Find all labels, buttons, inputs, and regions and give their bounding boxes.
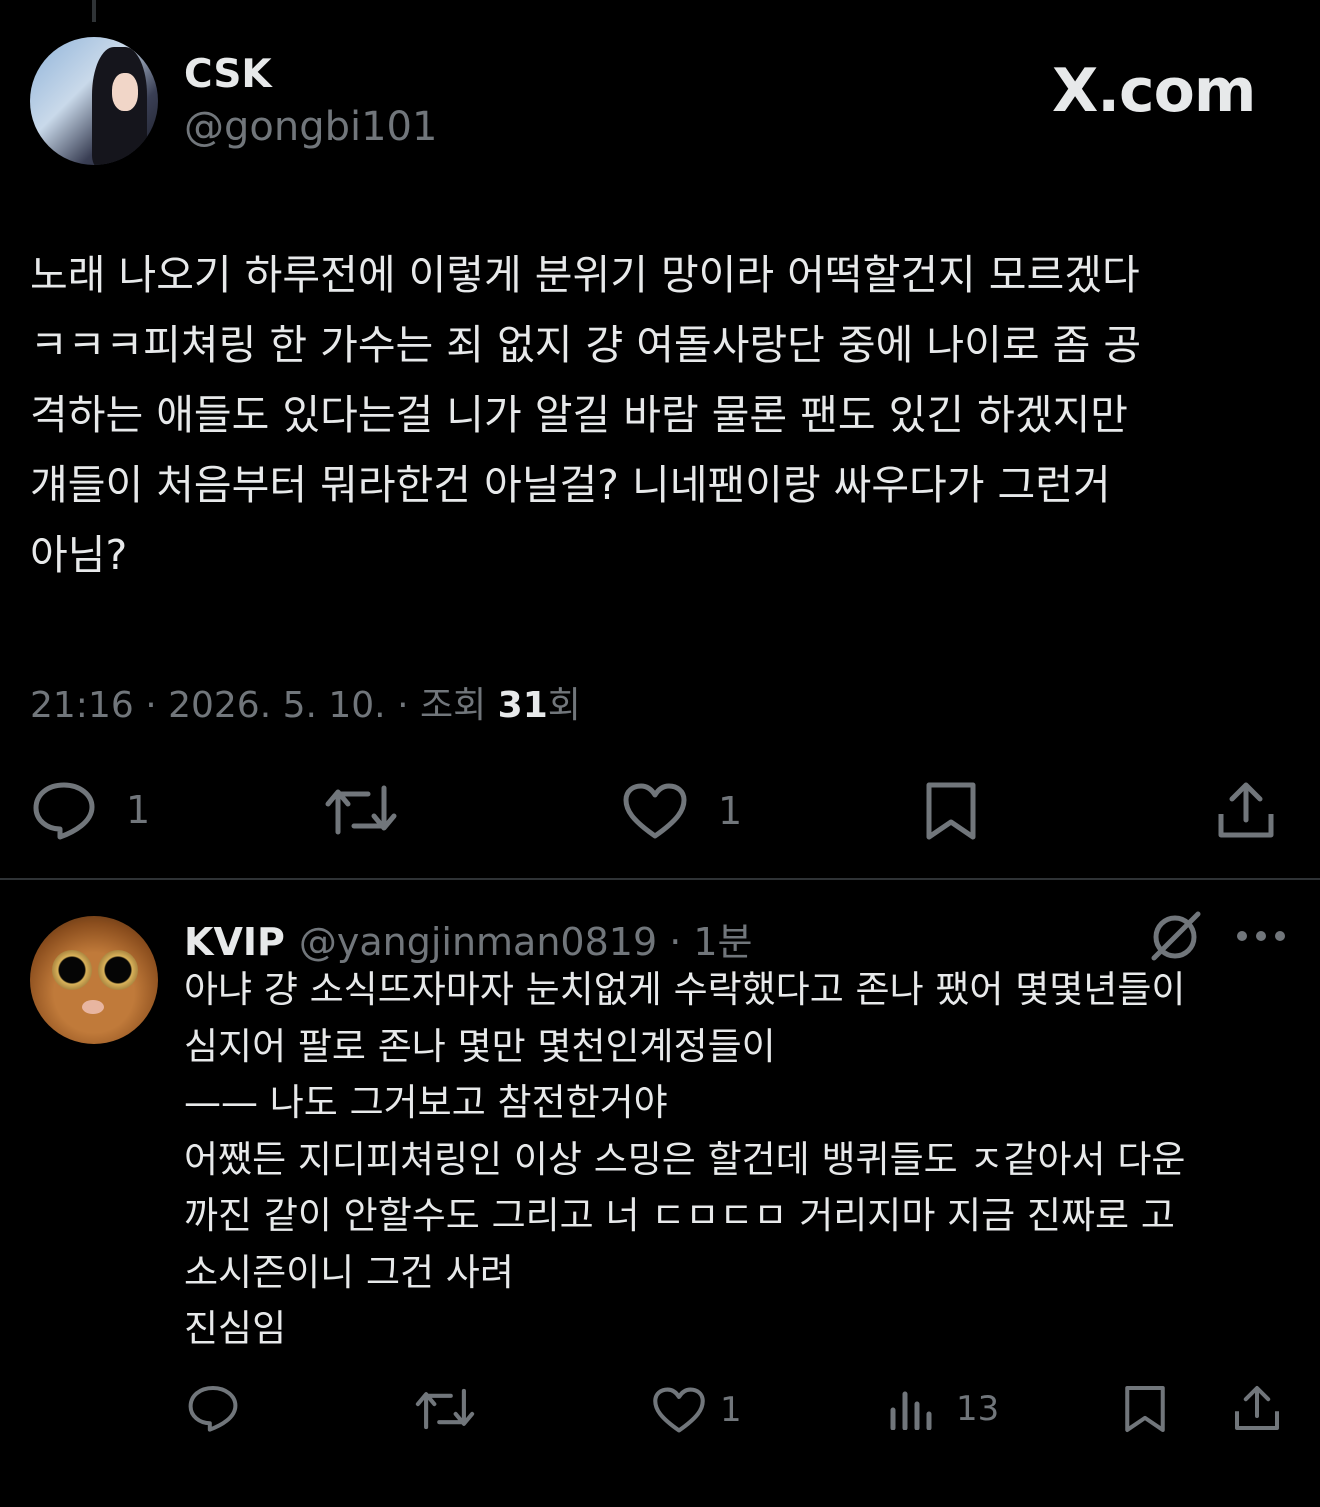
tweet-text-line: 격하는 애들도 있다는걸 니가 알길 바람 물론 팬도 있긴 하겠지만 [30,391,1129,439]
tweet-text-line: 걔들이 처음부터 뭐라한건 아닐걸? 니네팬이랑 싸우다가 그런거 [30,461,1111,509]
more-icon [1237,931,1285,941]
heart-icon [653,1387,705,1433]
reply-repost-button[interactable] [414,1386,476,1432]
bookmark-button[interactable] [924,780,978,842]
reply-share-button[interactable] [1232,1384,1282,1432]
share-icon [1218,782,1274,838]
tweet-text: 노래 나오기 하루전에 이렇게 분위기 망이라 어떡할건지 모르겠다 ㅋㅋㅋ피쳐… [30,240,1292,590]
reply-text-line: 소시즌이니 그건 사려 [184,1250,514,1294]
x-logo-watermark: X.com [1052,56,1256,126]
repost-icon [415,1388,475,1430]
timestamp-text: 21:16 · 2026. 5. 10. · 조회 [30,685,498,726]
share-icon [1235,1386,1279,1430]
reply-count: 1 [126,788,151,832]
reply-like-count: 1 [720,1390,742,1430]
grok-button[interactable] [1148,908,1204,968]
bookmark-icon [926,782,976,840]
reply-text-line: 어쨌든 지디피쳐링인 이상 스밍은 할건데 뱅퀴들도 ㅈ같아서 다운 [184,1137,1186,1181]
reply-views-button[interactable]: 13 [888,1388,999,1430]
reply-avatar[interactable] [30,916,158,1044]
avatar-eye [52,950,92,990]
avatar-nose [82,1000,104,1014]
bookmark-icon [1125,1386,1165,1432]
thread-connector-line [92,0,96,22]
reply-author-name[interactable]: KVIP [184,920,285,964]
reply-text-line: 심지어 팔로 존나 몇만 몇천인계정들이 [184,1024,776,1068]
reply-icon [33,782,95,840]
reply-button[interactable]: 1 [32,780,150,840]
heart-icon [623,783,687,839]
reply-author-handle[interactable]: @yangjinman0819 · 1분 [299,920,753,964]
avatar-eye [98,950,138,990]
tweet-text-line: 아님? [30,531,128,579]
tweet-text-line: ㅋㅋㅋ피쳐링 한 가수는 죄 없지 걍 여돌사랑단 중에 나이로 좀 공 [30,321,1142,369]
author-handle[interactable]: @gongbi101 [184,104,437,150]
reply-like-button[interactable]: 1 [652,1386,742,1434]
reply-text: 아냐 걍 소식뜨자마자 눈치없게 수락했다고 존나 팼어 몇몇년들이 심지어 팔… [184,962,1294,1358]
reply-text-line: —— 나도 그거보고 참전한거야 [184,1081,668,1124]
tweet-text-line: 노래 나오기 하루전에 이렇게 분위기 망이라 어떡할건지 모르겠다 [30,251,1140,299]
reply-header: KVIP @yangjinman0819 · 1분 [184,911,753,966]
reply-icon [188,1386,238,1432]
reply-text-line: 까진 같이 안할수도 그리고 너 ㄷㅁㄷㅁ 거리지마 지금 진짜로 고 [184,1194,1175,1237]
author-name[interactable]: CSK [184,52,272,97]
avatar-face [112,73,138,111]
reply-text-line: 아냐 걍 소식뜨자마자 눈치없게 수락했다고 존나 팼어 몇몇년들이 [184,968,1186,1011]
grok-icon [1151,911,1201,961]
analytics-icon [890,1391,932,1430]
share-button[interactable] [1216,780,1276,840]
repost-icon [325,785,397,835]
reply-view-count: 13 [956,1389,1000,1429]
view-count: 31 [497,685,548,726]
like-count: 1 [718,789,743,833]
divider [0,878,1320,880]
reply-reply-button[interactable] [186,1384,240,1432]
tweet-timestamp[interactable]: 21:16 · 2026. 5. 10. · 조회 31회 [30,676,581,728]
view-suffix: 회 [547,685,581,726]
avatar[interactable] [30,37,158,165]
like-button[interactable]: 1 [622,782,742,840]
reply-bookmark-button[interactable] [1122,1384,1168,1434]
repost-button[interactable] [324,782,398,838]
more-options-button[interactable] [1236,928,1286,947]
reply-text-line: 진심임 [184,1307,287,1350]
